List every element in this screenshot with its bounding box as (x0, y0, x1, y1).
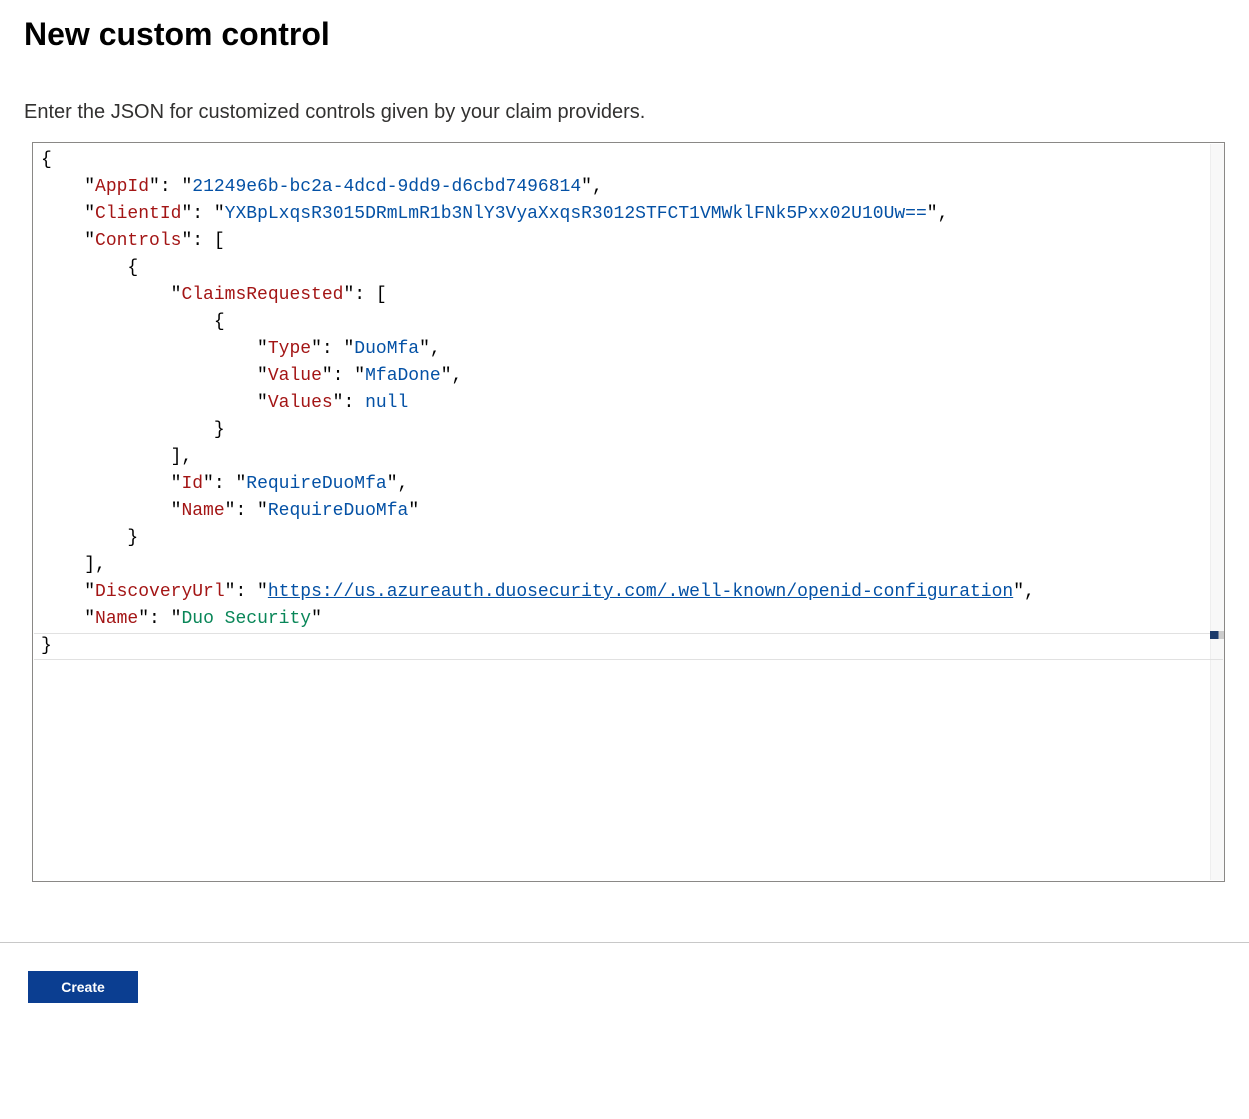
create-button[interactable]: Create (28, 971, 138, 1003)
json-editor-content[interactable]: { "AppId": "21249e6b-bc2a-4dcd-9dd9-d6cb… (33, 143, 1224, 881)
footer-divider (0, 942, 1249, 943)
page-title: New custom control (24, 16, 1225, 53)
json-editor[interactable]: { "AppId": "21249e6b-bc2a-4dcd-9dd9-d6cb… (32, 142, 1225, 882)
instruction-text: Enter the JSON for customized controls g… (24, 101, 1225, 124)
